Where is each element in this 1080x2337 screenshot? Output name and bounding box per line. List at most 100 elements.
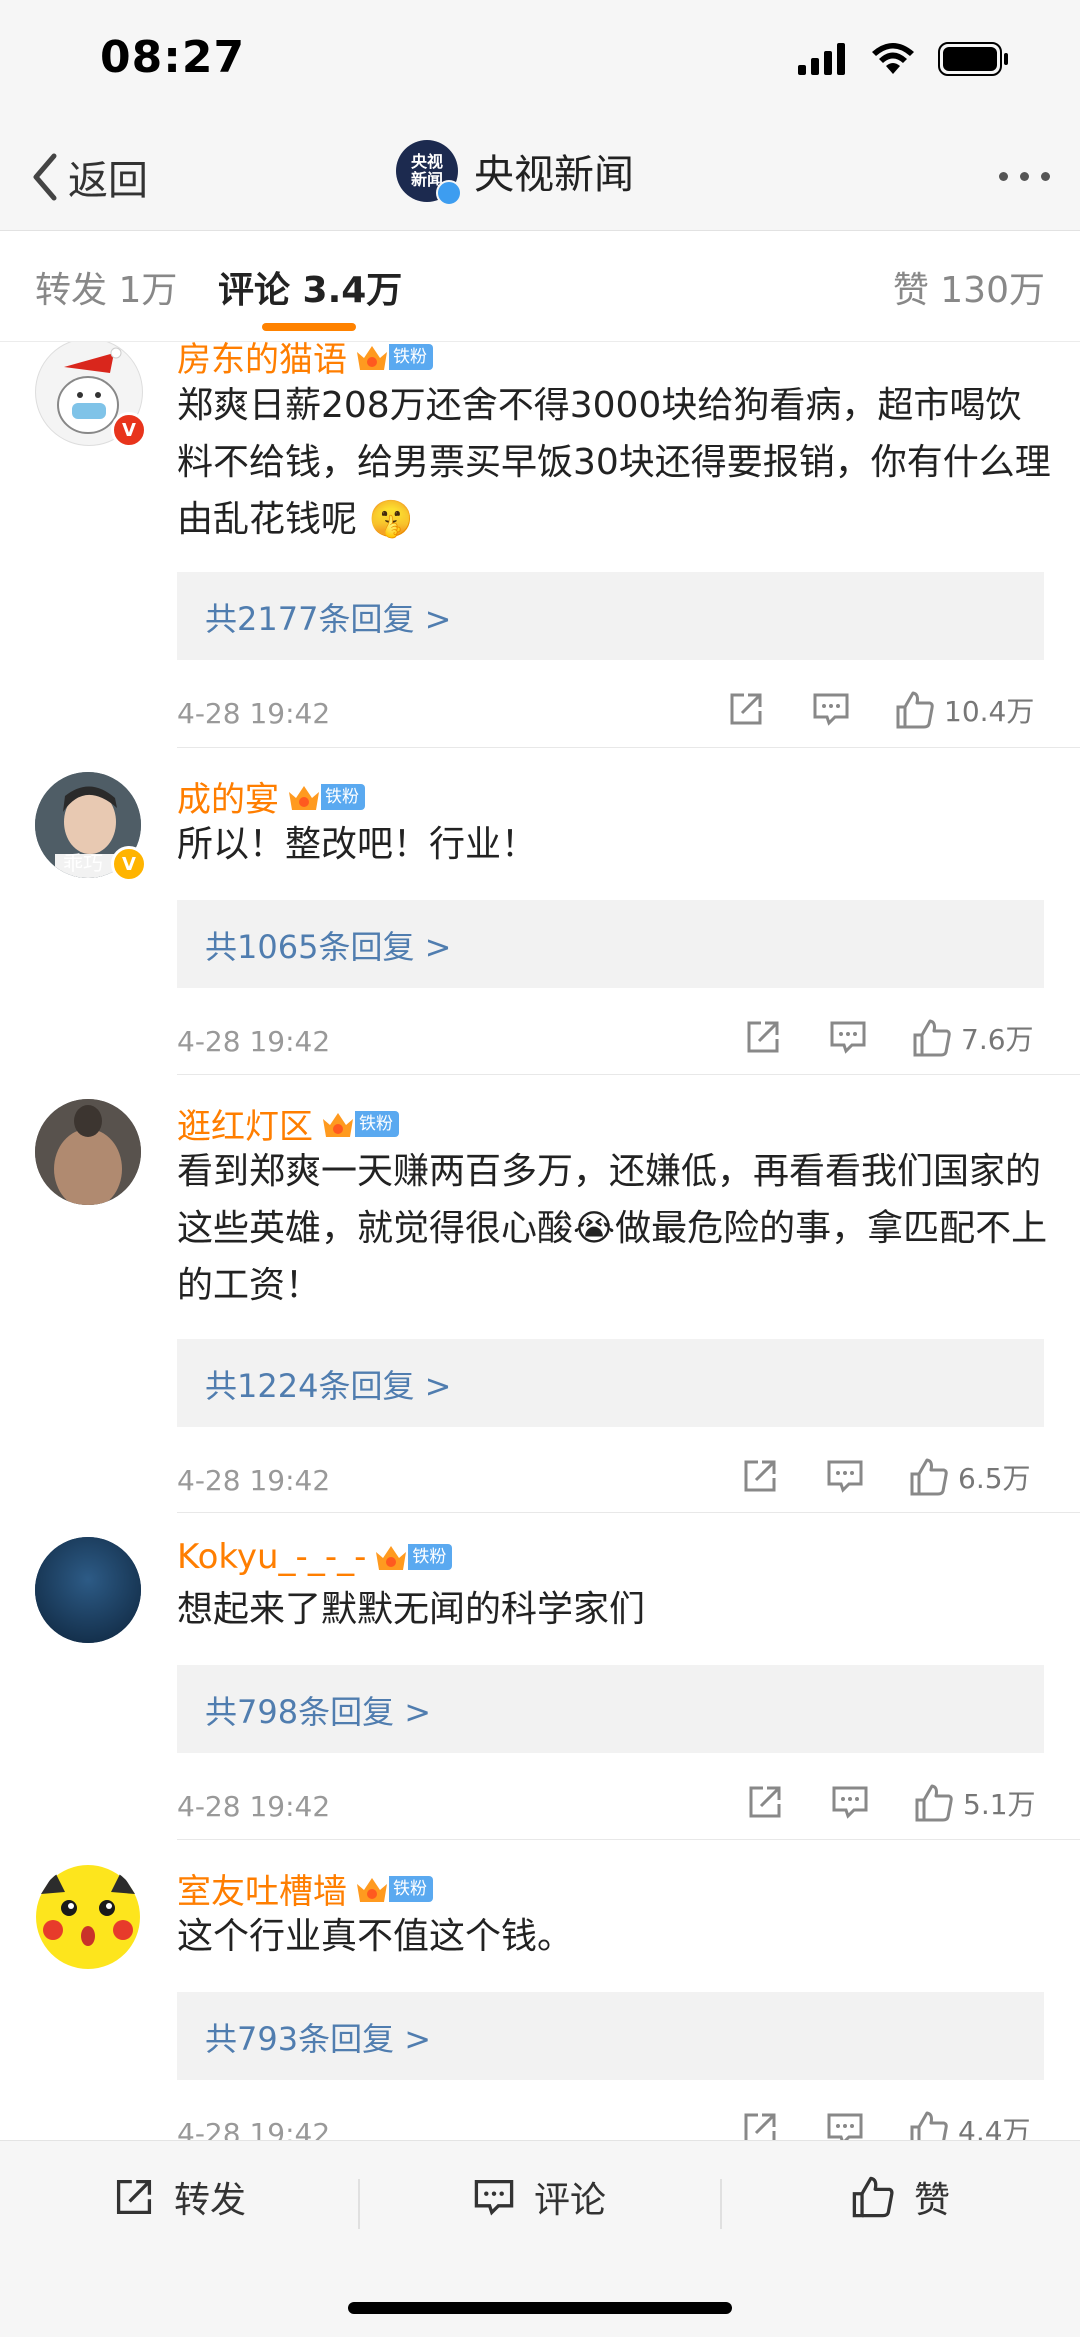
comment-timestamp: 4-28 19:42 [177,1464,331,1497]
comment-body: 郑爽日薪208万还舍不得3000块给狗看病，超市喝饮料不给钱，给男票买早饭30块… [177,385,1051,540]
crown-icon [357,345,387,370]
avatar[interactable] [35,1537,141,1643]
comment-button[interactable]: 评论 [472,2171,606,2223]
reply-count-link: 共793条回复 > [205,2020,432,2058]
share-icon[interactable] [726,689,766,729]
repost-button[interactable]: 转发 [112,2171,246,2223]
comment-icon[interactable] [825,1456,865,1496]
reply-count-link: 共1224条回复 > [205,1367,452,1405]
like-button[interactable]: 赞 [850,2171,950,2223]
dark-blue-avatar-icon [35,1537,141,1643]
like-button[interactable]: 10.4万 [894,689,1034,731]
fan-badge-label: 铁粉 [408,1544,453,1570]
crown-icon [376,1546,407,1570]
separator [720,2179,722,2229]
like-button[interactable]: 4.4万 [908,2109,1031,2140]
comment-list[interactable]: V 房东的猫语 铁粉 郑爽日薪208万还舍不得3000块给狗看病，超市喝饮料不给… [0,342,1080,2140]
fan-badge: 铁粉 [321,1109,399,1139]
divider [177,747,1080,748]
comment-header: 逛红灯区 铁粉 [177,1099,399,1148]
comment-username[interactable]: 房东的猫语 [177,342,347,381]
reply-count-link: 共2177条回复 > [205,600,452,638]
fan-badge-label: 铁粉 [355,1110,399,1137]
reply-summary[interactable]: 共793条回复 > [177,1992,1044,2080]
share-icon[interactable] [743,1017,783,1057]
comment-icon[interactable] [828,1017,868,1057]
comment-footer: 4-28 19:42 4.4万 [177,2109,1044,2140]
comment-username[interactable]: 逛红灯区 [177,1099,313,1148]
divider [177,1839,1080,1840]
tab-bar: 转发 1万 评论 3.4万 赞 130万 [0,231,1080,342]
share-icon[interactable] [740,1456,780,1496]
like-count: 10.4万 [944,695,1035,728]
status-icons [798,42,1010,76]
like-button[interactable]: 7.6万 [911,1017,1034,1059]
wifi-icon [872,43,914,74]
more-button[interactable] [999,172,1050,181]
share-icon[interactable] [745,1782,785,1822]
home-indicator [348,2302,732,2314]
reply-summary[interactable]: 共1224条回复 > [177,1339,1044,1427]
fan-badge: 铁粉 [355,1874,433,1904]
comment-username[interactable]: Kokyu_-_-_- [177,1537,366,1577]
like-count: 7.6万 [961,1023,1034,1056]
comment-timestamp: 4-28 19:42 [177,1025,331,1058]
back-button[interactable]: 返回 [28,148,148,206]
comment-timestamp: 4-28 19:42 [177,697,331,730]
comment-username[interactable]: 室友吐槽墙 [177,1864,347,1913]
fan-badge: 铁粉 [374,1542,453,1572]
comment-icon[interactable] [830,1782,870,1822]
like-label: 赞 [914,2180,951,2221]
like-count: 4.4万 [958,2115,1031,2140]
pikachu-avatar-icon [36,1865,140,1969]
comment-icon[interactable] [811,689,851,729]
chevron-left-icon [33,153,57,201]
nav-title[interactable]: 央视 新闻 央视新闻 [396,140,634,206]
thumbs-up-icon [915,1784,953,1822]
avatar[interactable] [35,1864,141,1970]
reply-count-link: 共1065条回复 > [205,928,452,966]
account-logo: 央视 新闻 [396,140,462,206]
comment-footer: 4-28 19:42 6.5万 [177,1456,1044,1506]
crying-emoji-icon: 😭 [573,1208,616,1249]
fan-badge: 铁粉 [287,782,365,812]
fan-badge-label: 铁粉 [389,343,433,370]
person-avatar-icon [35,1099,141,1205]
comment-text: 郑爽日薪208万还舍不得3000块给狗看病，超市喝饮料不给钱，给男票买早饭30块… [177,377,1057,548]
like-button[interactable]: 5.1万 [913,1782,1036,1824]
cellular-signal-icon [798,43,845,75]
status-time: 08:27 [100,32,246,83]
share-icon [116,2179,152,2215]
thumbs-up-icon [910,2111,948,2140]
comment-header: Kokyu_-_-_- 铁粉 [177,1537,453,1577]
crown-icon [289,785,319,810]
shush-emoji-icon: 🤫 [368,499,414,540]
comment-header: 成的宴 铁粉 [177,772,365,821]
comment-icon[interactable] [825,2109,865,2140]
tab-comments[interactable]: 评论 3.4万 [218,261,402,313]
divider [177,1512,1080,1513]
tab-repost[interactable]: 转发 1万 [35,261,177,313]
verified-icon [436,180,462,206]
reply-summary[interactable]: 共2177条回复 > [177,572,1044,660]
share-icon[interactable] [740,2109,780,2140]
fan-badge: 铁粉 [355,342,433,372]
verified-badge-icon: V [111,846,147,882]
separator [358,2179,360,2229]
more-dot-icon [999,172,1008,181]
comment-username[interactable]: 成的宴 [177,772,279,821]
more-dot-icon [1020,172,1029,181]
reply-summary[interactable]: 共798条回复 > [177,1665,1044,1753]
status-bar: 08:27 [0,0,1080,120]
like-button[interactable]: 6.5万 [908,1456,1031,1498]
fan-badge-label: 铁粉 [389,1875,433,1902]
comment-text: 看到郑爽一天赚两百多万，还嫌低，再看看我们国家的这些英雄，就觉得很心酸😭做最危险… [177,1143,1057,1314]
tab-active-indicator [262,323,356,331]
reply-summary[interactable]: 共1065条回复 > [177,900,1044,988]
thumbs-up-icon [896,691,934,729]
crown-icon [323,1112,353,1137]
avatar-caption: 乖巧 [63,851,103,875]
avatar[interactable] [35,1099,141,1205]
nav-bar: 返回 央视 新闻 央视新闻 [0,120,1080,231]
tab-likes[interactable]: 赞 130万 [893,261,1045,313]
